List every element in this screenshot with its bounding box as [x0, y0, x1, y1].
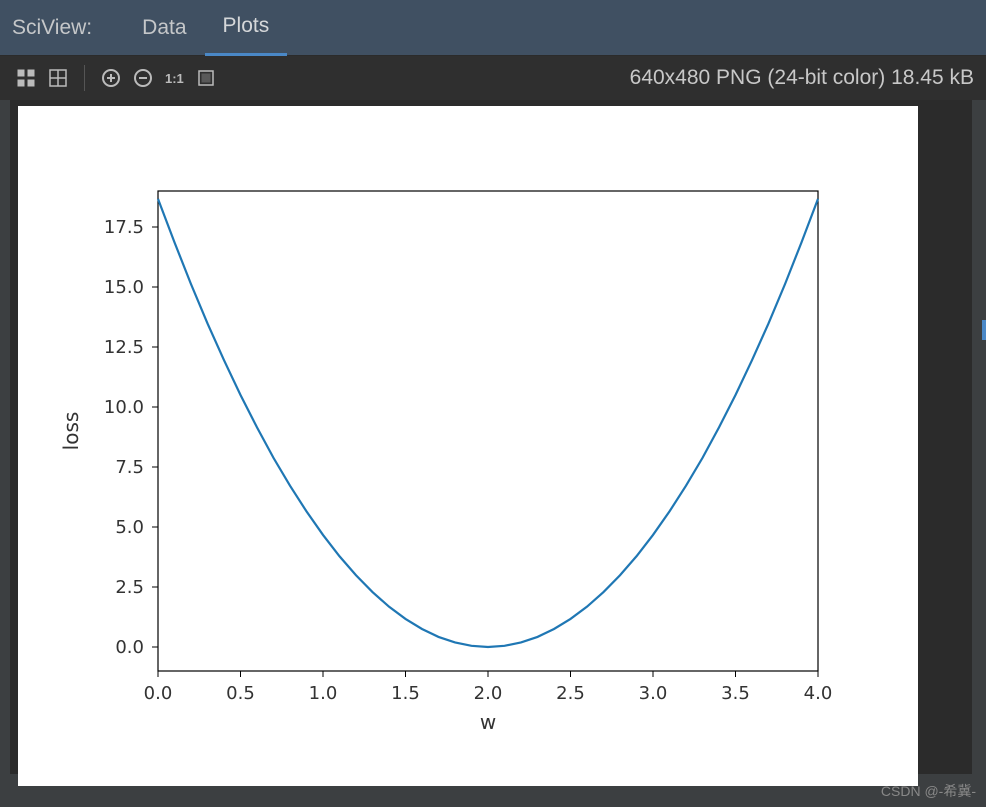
y-tick-label: 17.5 [104, 217, 144, 238]
sciview-tabbar: SciView: Data Plots [0, 0, 986, 56]
x-tick-label: 2.0 [474, 683, 503, 704]
x-tick-label: 0.5 [226, 683, 255, 704]
fit-icon[interactable] [12, 64, 40, 92]
y-tick-label: 10.0 [104, 397, 144, 418]
plot-figure: 0.0 0.5 1.0 1.5 2.0 2.5 3.0 3.5 4.0 0.0 2.5 5.0 7.5 1… [18, 106, 918, 786]
toolbar-separator [84, 65, 85, 91]
x-tick-label: 3.5 [721, 683, 750, 704]
tab-data[interactable]: Data [124, 0, 204, 56]
plot-viewport: 0.0 0.5 1.0 1.5 2.0 2.5 3.0 3.5 4.0 0.0 2.5 5.0 7.5 1… [10, 100, 972, 774]
y-tick-label: 2.5 [115, 577, 144, 598]
fullscreen-icon[interactable] [192, 64, 220, 92]
watermark: CSDN @-希冀- [881, 781, 976, 801]
zoom-out-icon[interactable] [129, 64, 157, 92]
zoom-in-icon[interactable] [97, 64, 125, 92]
plot-toolbar: 1:1 640x480 PNG (24-bit color) 18.45 kB [0, 56, 986, 100]
side-accent [982, 320, 986, 340]
tab-label: Data [142, 16, 186, 40]
x-tick-label: 3.0 [639, 683, 668, 704]
y-tick-label: 0.0 [115, 637, 144, 658]
y-tick-label: 15.0 [104, 277, 144, 298]
y-tick-label: 5.0 [115, 517, 144, 538]
tab-label: Plots [223, 14, 270, 38]
grid-icon[interactable] [44, 64, 72, 92]
image-info: 640x480 PNG (24-bit color) 18.45 kB [630, 66, 974, 90]
x-tick-label: 1.0 [309, 683, 338, 704]
data-line [158, 199, 818, 647]
actual-size-icon[interactable]: 1:1 [161, 64, 188, 92]
x-axis-label: w [480, 710, 496, 734]
x-tick-label: 1.5 [391, 683, 420, 704]
chart-canvas: 0.0 0.5 1.0 1.5 2.0 2.5 3.0 3.5 4.0 0.0 2.5 5.0 7.5 1… [18, 106, 918, 786]
y-tick-label: 7.5 [115, 457, 144, 478]
x-tick-label: 0.0 [144, 683, 173, 704]
y-axis-label: loss [59, 412, 83, 451]
axes-frame [158, 191, 818, 671]
tab-plots[interactable]: Plots [205, 0, 288, 56]
y-tick-label: 12.5 [104, 337, 144, 358]
x-tick-label: 2.5 [556, 683, 585, 704]
x-tick-label: 4.0 [804, 683, 833, 704]
sciview-title: SciView: [12, 16, 92, 40]
